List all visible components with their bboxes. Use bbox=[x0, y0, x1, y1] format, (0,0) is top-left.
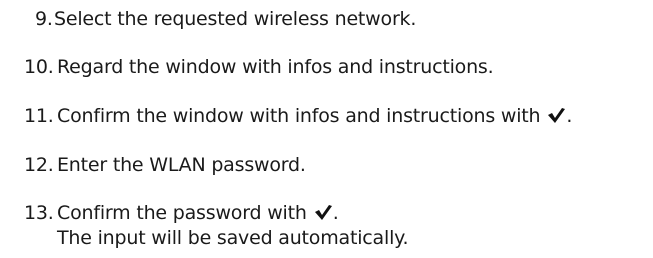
checkmark-icon bbox=[314, 205, 332, 220]
step-text: Select the requested wireless network. bbox=[54, 8, 417, 30]
step-number: 9. bbox=[35, 8, 53, 30]
step-13-note: The input will be saved automatically. bbox=[57, 227, 409, 249]
step-end: . bbox=[332, 202, 339, 224]
step-11: 11. Confirm the window with infos and ins… bbox=[24, 103, 572, 130]
step-13: 13. Confirm the password with. bbox=[24, 200, 339, 227]
step-text: Regard the window with infos and instruc… bbox=[57, 56, 494, 78]
step-number: 11. bbox=[24, 105, 54, 127]
step-number: 10. bbox=[24, 56, 54, 78]
step-text: Enter the WLAN password. bbox=[57, 154, 306, 176]
step-10: 10. Regard the window with infos and inst… bbox=[24, 54, 494, 81]
step-end: . bbox=[566, 105, 573, 127]
step-text: Confirm the window with infos and instru… bbox=[57, 105, 541, 127]
step-number: 12. bbox=[24, 154, 54, 176]
step-text: Confirm the password with bbox=[57, 202, 307, 224]
checkmark-icon bbox=[548, 108, 566, 123]
step-12: 12. Enter the WLAN password. bbox=[24, 152, 306, 179]
step-9: 9.Select the requested wireless network. bbox=[24, 6, 416, 33]
step-number: 13. bbox=[24, 202, 54, 224]
